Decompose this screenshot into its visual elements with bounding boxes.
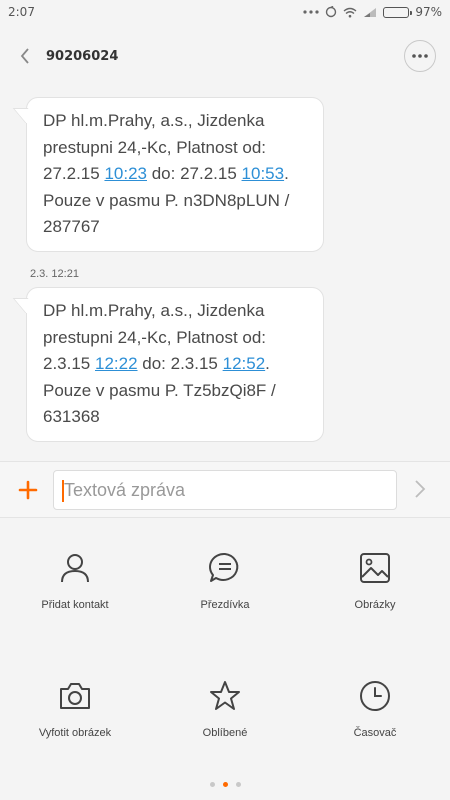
sync-icon [325,6,337,18]
plus-icon [18,480,38,500]
option-label: Přezdívka [200,599,250,611]
option-label: Obrázky [354,599,396,611]
status-bar: 2:07 97% [0,0,450,24]
more-dots-icon [412,54,428,58]
time-link[interactable]: 10:23 [104,164,147,183]
attachment-panel: Přidat kontakt Přezdívka Obrázky Vyfotit… [0,519,450,781]
message-text: do: 2.3.15 [137,354,223,373]
conversation-header: 90206024 [0,24,450,88]
message-input[interactable]: Textová zpráva [53,470,397,510]
message-input-placeholder: Textová zpráva [64,480,186,500]
add-contact-option[interactable]: Přidat kontakt [0,551,150,661]
time-link[interactable]: 12:22 [95,354,138,373]
contact-title: 90206024 [46,48,119,64]
send-button[interactable] [414,479,434,501]
favorites-option[interactable]: Oblíbené [150,679,300,789]
page-dot[interactable] [209,782,215,787]
camera-icon [60,683,90,709]
nickname-option[interactable]: Přezdívka [150,551,300,661]
wifi-icon [343,7,357,18]
message-bubble[interactable]: DP hl.m.Prahy, a.s., Jizdenka prestupni … [26,287,324,442]
message-text: do: 27.2.15 [147,164,242,183]
status-time: 2:07 [8,5,35,19]
composer-bar: Textová zpráva [0,461,450,518]
back-button[interactable] [14,45,36,67]
more-options-button[interactable] [404,40,436,72]
images-option[interactable]: Obrázky [300,551,450,661]
person-icon [61,554,89,583]
page-indicator [0,782,450,787]
time-link[interactable]: 12:52 [223,354,266,373]
option-label: Přidat kontakt [41,599,109,611]
timer-option[interactable]: Časovač [300,679,450,789]
clock-icon [360,681,390,711]
time-link[interactable]: 10:53 [242,164,285,183]
page-dot-active[interactable] [222,782,228,787]
option-label: Vyfotit obrázek [38,727,112,739]
message-timestamp: 2.3. 12:21 [30,268,79,280]
chevron-right-icon [415,480,426,498]
option-label: Časovač [353,727,397,739]
notification-dots-icon [303,10,319,14]
page-dot[interactable] [235,782,241,787]
option-label: Oblíbené [202,727,248,739]
add-attachment-button[interactable] [17,479,39,501]
take-photo-option[interactable]: Vyfotit obrázek [0,679,150,789]
chevron-left-icon [20,48,29,64]
image-icon [360,553,390,583]
signal-icon [363,7,377,18]
battery-percent: 97% [415,5,442,19]
message-bubble[interactable]: DP hl.m.Prahy, a.s., Jizdenka prestupni … [26,97,324,252]
chat-bubble-icon [209,552,239,582]
battery-icon [383,6,413,18]
star-icon [210,681,240,710]
